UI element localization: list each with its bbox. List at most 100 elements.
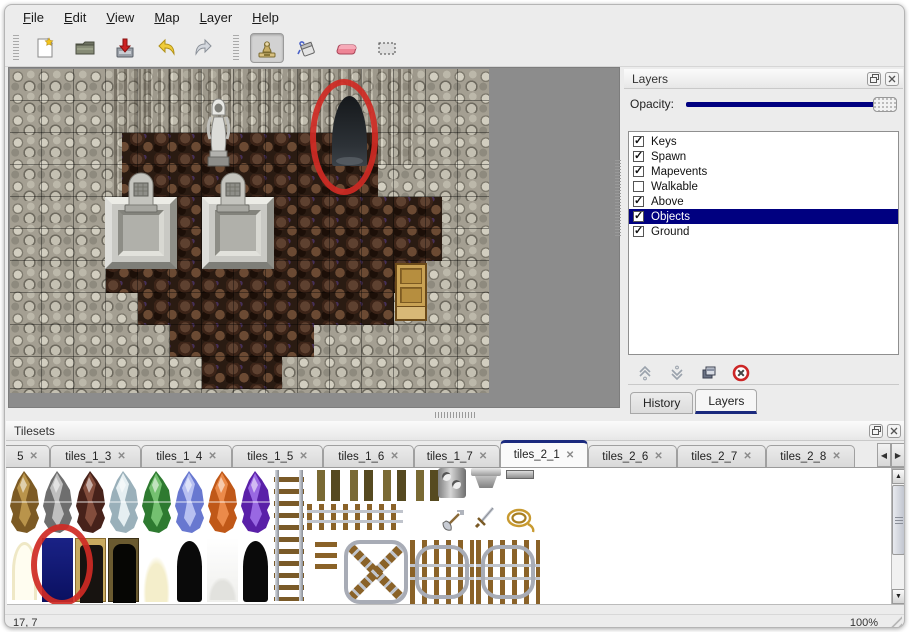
delete-layer-button[interactable] bbox=[732, 364, 750, 382]
close-tab-icon[interactable]: ✕ bbox=[30, 451, 38, 462]
layer-row-above[interactable]: ✓Above bbox=[629, 194, 898, 209]
tileset-tab-5[interactable]: 5✕ bbox=[6, 445, 50, 467]
toolbar-grip[interactable] bbox=[13, 35, 19, 61]
rope-coil-tile[interactable] bbox=[503, 504, 533, 534]
fill-tool-button[interactable] bbox=[290, 33, 324, 63]
layer-row-mapevents[interactable]: ✓Mapevents bbox=[629, 164, 898, 179]
tileset-tab-tiles_2_6[interactable]: tiles_2_6✕ bbox=[588, 445, 677, 467]
horizontal-track-tile[interactable] bbox=[307, 504, 403, 530]
crystal-rock-tile-2[interactable] bbox=[75, 470, 106, 534]
wood-beam-tile[interactable] bbox=[313, 470, 344, 501]
window-resize-grip[interactable] bbox=[888, 616, 902, 628]
menu-view[interactable]: View bbox=[96, 7, 144, 28]
tileset-scrollbar[interactable]: ▲ ▼ bbox=[891, 468, 905, 605]
close-tab-icon[interactable]: ✕ bbox=[832, 451, 840, 462]
menu-map[interactable]: Map bbox=[144, 7, 189, 28]
duplicate-layer-button[interactable] bbox=[700, 364, 718, 382]
tileset-tile-door-dark[interactable] bbox=[108, 538, 139, 602]
track-loop-tile[interactable] bbox=[410, 540, 474, 604]
eraser-tool-button[interactable] bbox=[330, 33, 364, 63]
menu-edit[interactable]: Edit bbox=[54, 7, 96, 28]
tileset-tab-tiles_1_4[interactable]: tiles_1_4✕ bbox=[141, 445, 232, 467]
track-loop-tile[interactable] bbox=[476, 540, 540, 604]
tileset-view[interactable] bbox=[7, 468, 891, 605]
select-tool-button[interactable] bbox=[370, 33, 404, 63]
menu-help[interactable]: Help bbox=[242, 7, 289, 28]
crystal-rock-tile-6[interactable] bbox=[207, 470, 238, 534]
opacity-slider-handle[interactable] bbox=[873, 97, 897, 112]
vertical-track-tile[interactable] bbox=[274, 470, 304, 601]
scrollbar-thumb[interactable] bbox=[892, 485, 905, 555]
crystal-rock-tile-4[interactable] bbox=[141, 470, 172, 534]
checkbox-walkable[interactable] bbox=[633, 181, 644, 192]
horizontal-splitter[interactable] bbox=[435, 412, 475, 418]
crystal-rock-tile-5[interactable] bbox=[174, 470, 205, 534]
layer-row-spawn[interactable]: ✓Spawn bbox=[629, 149, 898, 164]
layer-row-ground[interactable]: ✓Ground bbox=[629, 224, 898, 239]
tileset-tile-black-arch[interactable] bbox=[240, 538, 271, 602]
tileset-tab-tiles_2_7[interactable]: tiles_2_7✕ bbox=[677, 445, 766, 467]
wood-beam-tile[interactable] bbox=[379, 470, 410, 501]
track-crossing-tile[interactable] bbox=[344, 540, 408, 604]
crystal-rock-tile-0[interactable] bbox=[9, 470, 40, 534]
close-tab-icon[interactable]: ✕ bbox=[566, 450, 574, 461]
map-canvas[interactable] bbox=[10, 69, 489, 393]
tileset-tab-tiles_2_8[interactable]: tiles_2_8✕ bbox=[766, 445, 855, 467]
tab-layers[interactable]: Layers bbox=[695, 389, 757, 414]
save-map-button[interactable] bbox=[108, 33, 142, 63]
close-tab-icon[interactable]: ✕ bbox=[743, 451, 751, 462]
tileset-tab-tiles_1_7[interactable]: tiles_1_7✕ bbox=[414, 445, 500, 467]
tileset-tile-ghost-faint[interactable] bbox=[141, 538, 172, 602]
tileset-tab-tiles_1_3[interactable]: tiles_1_3✕ bbox=[50, 445, 141, 467]
wood-beam-tile[interactable] bbox=[346, 470, 377, 501]
layer-row-walkable[interactable]: Walkable bbox=[629, 179, 898, 194]
open-map-button[interactable] bbox=[68, 33, 102, 63]
close-tab-icon[interactable]: ✕ bbox=[117, 451, 125, 462]
tab-scroll-right-icon[interactable]: ▶ bbox=[891, 443, 905, 467]
tab-scroll-left-icon[interactable]: ◀ bbox=[877, 443, 891, 467]
close-tab-icon[interactable]: ✕ bbox=[299, 451, 307, 462]
close-tab-icon[interactable]: ✕ bbox=[654, 451, 662, 462]
stone-beam-tile[interactable] bbox=[506, 470, 534, 479]
opacity-slider[interactable] bbox=[686, 96, 897, 112]
undo-button[interactable] bbox=[148, 33, 182, 63]
track-ties-tile[interactable] bbox=[311, 542, 341, 572]
menu-layer[interactable]: Layer bbox=[190, 7, 243, 28]
sword-tile[interactable] bbox=[471, 504, 501, 534]
close-tab-icon[interactable]: ✕ bbox=[390, 451, 398, 462]
tileset-tile-black-arch[interactable] bbox=[174, 538, 205, 602]
redo-button[interactable] bbox=[188, 33, 222, 63]
tileset-tab-tiles_1_5[interactable]: tiles_1_5✕ bbox=[232, 445, 323, 467]
column-capital-tile[interactable] bbox=[471, 468, 501, 488]
move-layer-down-button[interactable] bbox=[668, 364, 686, 382]
layer-row-keys[interactable]: ✓Keys bbox=[629, 134, 898, 149]
tileset-tab-tiles_2_1[interactable]: tiles_2_1✕ bbox=[500, 440, 588, 467]
layer-row-objects[interactable]: ✓Objects bbox=[629, 209, 898, 224]
checkbox-above[interactable]: ✓ bbox=[633, 196, 644, 207]
tab-history[interactable]: History bbox=[630, 392, 693, 414]
checkbox-objects[interactable]: ✓ bbox=[633, 211, 644, 222]
vertical-splitter[interactable] bbox=[615, 160, 621, 236]
close-panel-button[interactable] bbox=[885, 72, 899, 86]
new-map-button[interactable] bbox=[28, 33, 62, 63]
checkbox-spawn[interactable]: ✓ bbox=[633, 151, 644, 162]
scroll-up-icon[interactable]: ▲ bbox=[892, 469, 905, 484]
tileset-tile-snow[interactable] bbox=[207, 538, 238, 602]
close-tilesets-button[interactable] bbox=[887, 424, 901, 438]
crystal-rock-tile-3[interactable] bbox=[108, 470, 139, 534]
tileset-tab-tiles_1_6[interactable]: tiles_1_6✕ bbox=[323, 445, 414, 467]
float-tilesets-button[interactable] bbox=[869, 424, 883, 438]
checkbox-ground[interactable]: ✓ bbox=[633, 226, 644, 237]
close-tab-icon[interactable]: ✕ bbox=[208, 451, 216, 462]
skull-pillar-tile[interactable] bbox=[438, 468, 466, 498]
move-layer-up-button[interactable] bbox=[636, 364, 654, 382]
scroll-down-icon[interactable]: ▼ bbox=[892, 589, 905, 604]
close-tab-icon[interactable]: ✕ bbox=[479, 451, 487, 462]
shovel-tile[interactable] bbox=[439, 504, 469, 534]
menu-file[interactable]: File bbox=[13, 7, 54, 28]
checkbox-keys[interactable]: ✓ bbox=[633, 136, 644, 147]
stamp-tool-button[interactable] bbox=[250, 33, 284, 63]
opacity-slider-track[interactable] bbox=[686, 102, 897, 107]
crystal-rock-tile-7[interactable] bbox=[240, 470, 271, 534]
float-panel-button[interactable] bbox=[867, 72, 881, 86]
